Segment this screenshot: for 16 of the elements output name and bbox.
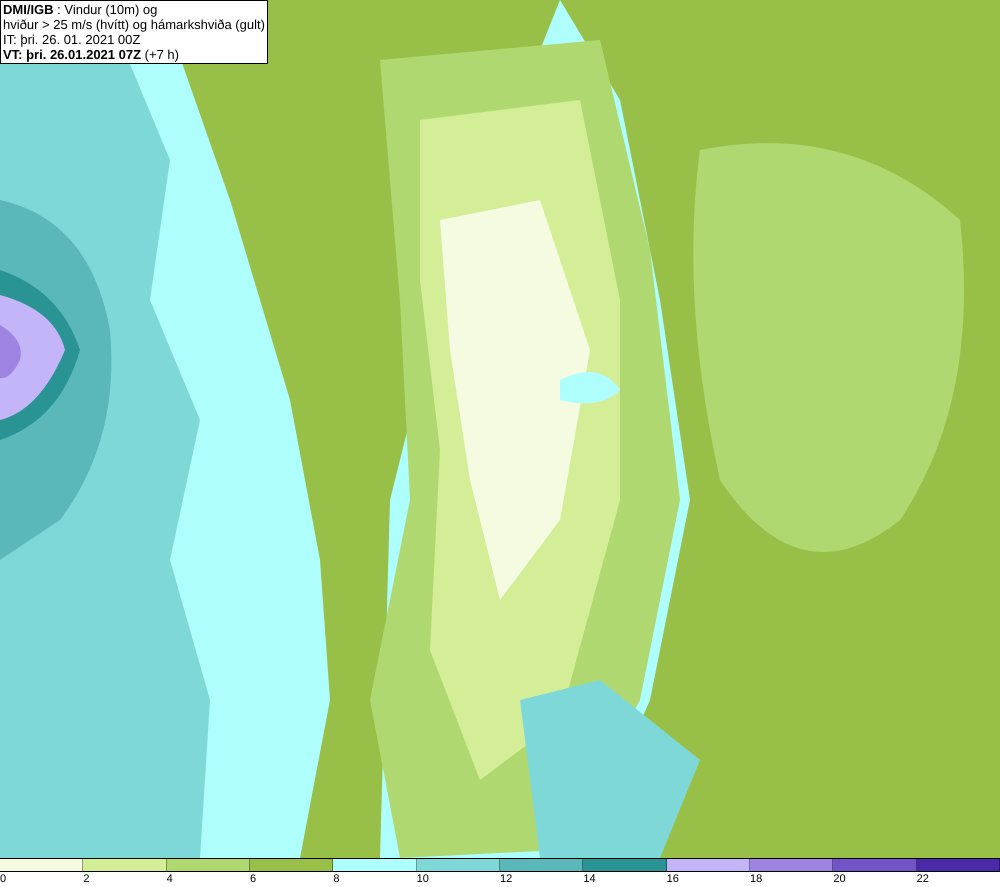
info-line: hviður > 25 m/s (hvítt) og hámarkshviða (gult) <box>3 17 265 32</box>
legend-label: 2 <box>83 872 90 886</box>
info-line: DMI/IGB : Vindur (10m) og <box>3 2 158 17</box>
legend-label: 14 <box>583 872 596 886</box>
legend-label: 10 <box>416 872 429 886</box>
legend-label: 6 <box>250 872 256 886</box>
legend-label: 0 <box>0 872 6 886</box>
legend-label: 16 <box>666 872 679 886</box>
legend-label: 8 <box>333 872 340 886</box>
info-line: IT: þri. 26. 01. 2021 00Z <box>3 32 142 47</box>
legend-label: 4 <box>166 872 173 886</box>
legend-label: 20 <box>833 872 846 886</box>
info-line: VT: þri. 26.01.2021 07Z (+7 h) <box>3 47 180 62</box>
legend-label: 18 <box>750 872 762 886</box>
legend-label: 22 <box>916 872 929 886</box>
legend-label: 12 <box>500 872 512 886</box>
